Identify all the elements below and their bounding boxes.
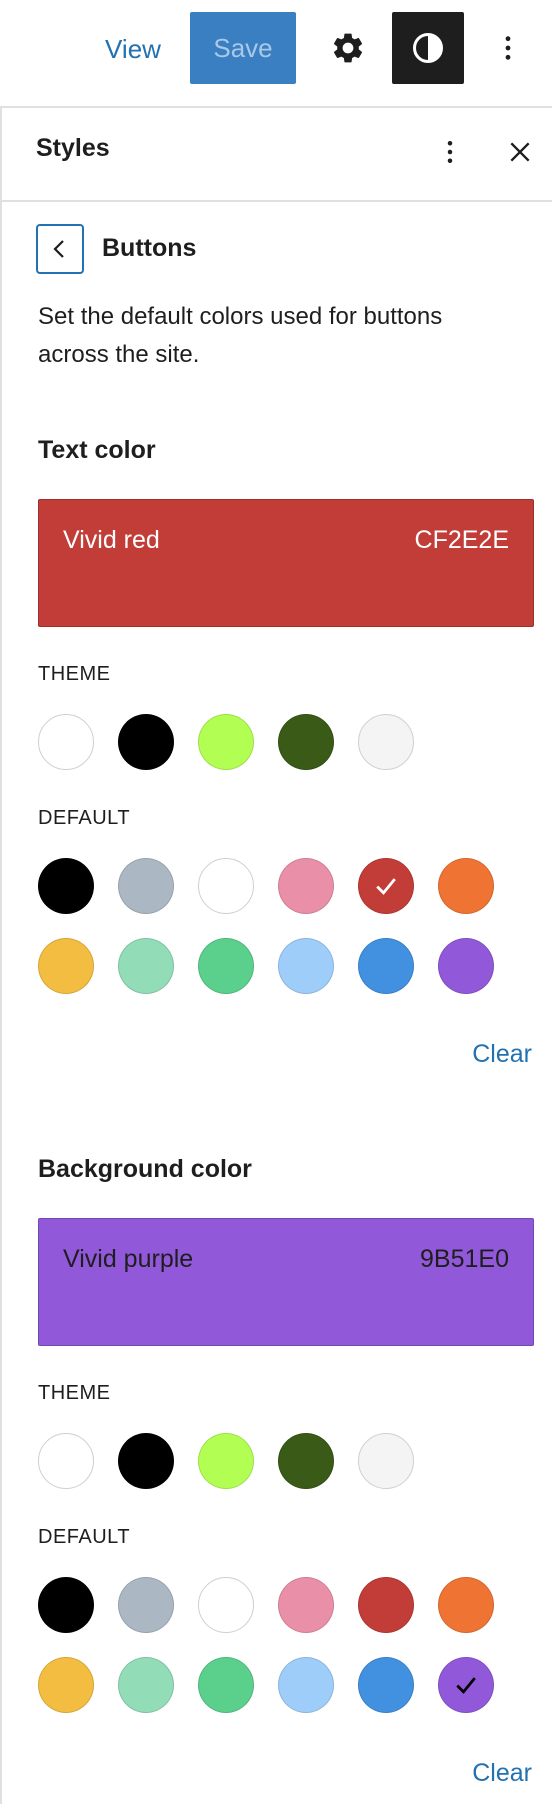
background-default-swatch[interactable] (118, 1657, 174, 1713)
settings-button[interactable] (320, 20, 376, 76)
text-color-indicator[interactable]: Vivid red CF2E2E (38, 499, 534, 627)
gear-icon (333, 33, 363, 63)
text-theme-swatch[interactable] (278, 714, 334, 770)
text-theme-swatch[interactable] (358, 714, 414, 770)
background-default-swatch[interactable] (198, 1657, 254, 1713)
text-color-name: Vivid red (63, 526, 160, 554)
text-default-swatch[interactable] (38, 938, 94, 994)
text-default-swatch[interactable] (438, 858, 494, 914)
background-default-label: DEFAULT (38, 1526, 131, 1548)
panel-header: Styles (2, 108, 552, 202)
text-theme-swatch[interactable] (38, 714, 94, 770)
more-vertical-icon (447, 141, 453, 163)
text-default-swatch[interactable] (118, 938, 174, 994)
text-color-heading: Text color (38, 436, 156, 464)
background-theme-swatch[interactable] (198, 1433, 254, 1489)
close-icon (510, 142, 530, 162)
background-color-indicator[interactable]: Vivid purple 9B51E0 (38, 1218, 534, 1346)
background-default-swatch[interactable] (358, 1577, 414, 1633)
chevron-left-icon (53, 240, 64, 258)
background-default-swatch[interactable] (118, 1577, 174, 1633)
panel-title: Styles (36, 134, 110, 162)
text-theme-swatch[interactable] (198, 714, 254, 770)
text-default-swatch[interactable] (38, 858, 94, 914)
background-color-clear-button[interactable]: Clear (442, 1759, 532, 1788)
screen-title: Buttons (102, 234, 197, 262)
background-default-swatch[interactable] (438, 1657, 494, 1713)
options-button[interactable] (480, 20, 536, 76)
view-button[interactable]: View (94, 14, 172, 84)
text-default-swatch[interactable] (198, 858, 254, 914)
background-default-swatch[interactable] (38, 1657, 94, 1713)
background-default-swatch[interactable] (278, 1657, 334, 1713)
close-panel-button[interactable] (496, 128, 544, 176)
background-theme-swatch[interactable] (358, 1433, 414, 1489)
text-color-hex: CF2E2E (414, 526, 509, 554)
check-icon (376, 878, 396, 895)
background-color-name: Vivid purple (63, 1245, 194, 1273)
background-theme-swatch[interactable] (38, 1433, 94, 1489)
background-theme-swatch[interactable] (278, 1433, 334, 1489)
background-default-swatch[interactable] (198, 1577, 254, 1633)
text-default-swatch[interactable] (438, 938, 494, 994)
background-theme-swatch[interactable] (118, 1433, 174, 1489)
text-default-swatch[interactable] (278, 938, 334, 994)
save-button[interactable]: Save (190, 12, 296, 84)
screen-description: Set the default colors used for buttons … (38, 303, 443, 368)
check-icon (456, 1677, 476, 1694)
styles-toggle-button[interactable] (392, 12, 464, 84)
text-theme-label: THEME (38, 663, 111, 685)
text-default-swatch[interactable] (358, 858, 414, 914)
text-default-swatch[interactable] (358, 938, 414, 994)
back-button[interactable] (36, 224, 84, 274)
styles-panel: Styles Buttons Set the default colors us… (0, 108, 552, 1804)
half-circle-icon (413, 33, 443, 63)
text-default-label: DEFAULT (38, 807, 131, 829)
background-default-swatch[interactable] (278, 1577, 334, 1633)
background-color-hex: 9B51E0 (420, 1245, 509, 1273)
background-default-swatch[interactable] (358, 1657, 414, 1713)
background-default-swatch[interactable] (438, 1577, 494, 1633)
text-default-swatch[interactable] (198, 938, 254, 994)
text-theme-swatch[interactable] (118, 714, 174, 770)
background-theme-label: THEME (38, 1382, 111, 1404)
text-default-swatch[interactable] (118, 858, 174, 914)
more-vertical-icon (505, 36, 511, 60)
text-default-swatch[interactable] (278, 858, 334, 914)
text-color-clear-button[interactable]: Clear (442, 1040, 532, 1069)
background-default-swatch[interactable] (38, 1577, 94, 1633)
editor-toolbar: View Save (0, 0, 552, 108)
background-color-heading: Background color (38, 1155, 252, 1183)
panel-options-button[interactable] (426, 128, 474, 176)
